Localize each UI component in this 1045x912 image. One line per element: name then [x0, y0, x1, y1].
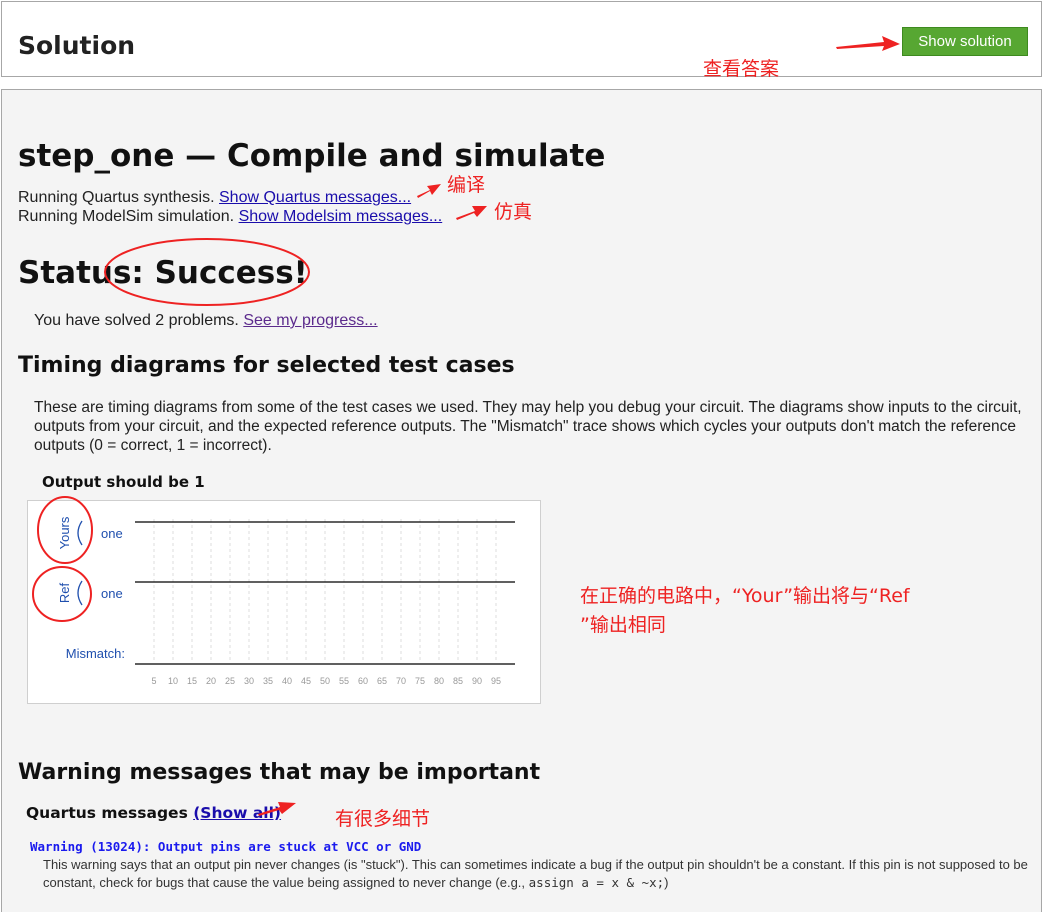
- annotation-compile: 编译: [447, 174, 486, 196]
- show-modelsim-messages-link[interactable]: Show Modelsim messages...: [239, 208, 443, 225]
- x-tick-label: 15: [187, 676, 197, 686]
- x-tick-label: 90: [472, 676, 482, 686]
- timing-heading: Timing diagrams for selected test cases: [18, 353, 515, 378]
- signal-label: Mismatch:: [66, 646, 125, 661]
- chart-title: Output should be 1: [42, 473, 205, 491]
- x-tick-label: 50: [320, 676, 330, 686]
- annotation-outputs-same-line2: ”输出相同: [580, 614, 666, 636]
- annotation-view-answer: 查看答案: [703, 58, 780, 80]
- warning-title: Warning (13024): Output pins are stuck a…: [30, 839, 422, 854]
- modelsim-status-text: Running ModelSim simulation.: [18, 208, 235, 225]
- x-tick-label: 25: [225, 676, 235, 686]
- modelsim-status-line: Running ModelSim simulation. Show Models…: [18, 208, 442, 226]
- warning-explanation: This warning says that an output pin nev…: [43, 856, 1028, 892]
- quartus-messages-label: Quartus messages: [26, 804, 188, 822]
- x-tick-label: 95: [491, 676, 501, 686]
- x-tick-label: 5: [151, 676, 156, 686]
- quartus-status-text: Running Quartus synthesis.: [18, 189, 215, 206]
- x-tick-label: 80: [434, 676, 444, 686]
- show-quartus-messages-link[interactable]: Show Quartus messages...: [219, 189, 411, 206]
- annotation-simulate: 仿真: [494, 201, 533, 223]
- x-tick-label: 20: [206, 676, 216, 686]
- see-progress-link[interactable]: See my progress...: [243, 312, 377, 329]
- solution-panel: Solution Show solution: [1, 1, 1042, 77]
- show-all-link[interactable]: (Show all): [193, 804, 281, 822]
- group-label-yours: Yours: [57, 516, 72, 549]
- timing-diagram-svg: Yours Ref one one Mismatch: 5 10 15 20 25 30 35 40 4…: [57, 516, 515, 686]
- solved-count-text: You have solved 2 problems.: [34, 312, 239, 329]
- quartus-status-line: Running Quartus synthesis. Show Quartus …: [18, 189, 411, 207]
- annotation-many-details: 有很多细节: [335, 808, 431, 830]
- page-title: step_one — Compile and simulate: [18, 138, 606, 174]
- solution-heading: Solution: [18, 31, 136, 60]
- status-heading: Status: Success!: [18, 255, 308, 291]
- timing-diagram: Yours Ref one one Mismatch: 5 10 15 20 25 30 35 40 4…: [27, 500, 541, 704]
- quartus-messages-row: Quartus messages (Show all): [26, 804, 281, 822]
- x-tick-label: 55: [339, 676, 349, 686]
- solved-line: You have solved 2 problems. See my progr…: [34, 312, 378, 330]
- x-tick-label: 65: [377, 676, 387, 686]
- group-bracket-ref: [77, 580, 83, 606]
- x-tick-label: 75: [415, 676, 425, 686]
- warning-text-end: ): [664, 875, 669, 890]
- x-tick-label: 85: [453, 676, 463, 686]
- x-tick-label: 70: [396, 676, 406, 686]
- signal-label: one: [101, 526, 123, 541]
- group-bracket-yours: [77, 520, 83, 546]
- x-tick-label: 35: [263, 676, 273, 686]
- signal-label: one: [101, 586, 123, 601]
- timing-description: These are timing diagrams from some of t…: [34, 399, 1022, 454]
- show-solution-button[interactable]: Show solution: [902, 27, 1028, 56]
- x-tick-label: 10: [168, 676, 178, 686]
- x-tick-label: 40: [282, 676, 292, 686]
- warning-heading: Warning messages that may be important: [18, 760, 541, 785]
- annotation-outputs-same-line1: 在正确的电路中，“Your”输出将与“Ref: [580, 585, 910, 607]
- x-tick-label: 45: [301, 676, 311, 686]
- x-tick-label: 60: [358, 676, 368, 686]
- x-tick-label: 30: [244, 676, 254, 686]
- group-label-ref: Ref: [57, 582, 72, 603]
- warning-code-example: assign a = x & ~x;: [528, 875, 665, 890]
